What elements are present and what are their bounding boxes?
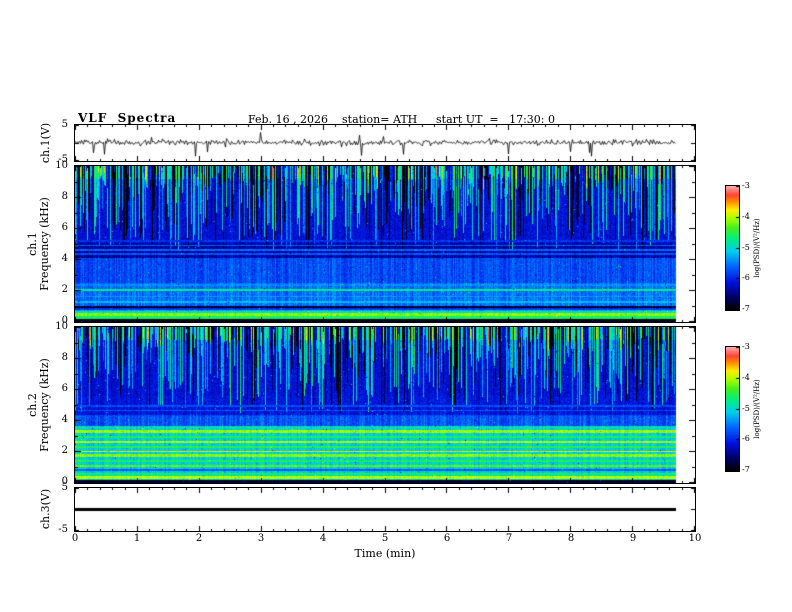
ch2-spectrogram-panel [74, 326, 696, 484]
tick-label: -3 [742, 343, 758, 351]
x-axis-title: Time (min) [335, 547, 435, 560]
ch3-waveform-panel [74, 487, 696, 532]
tick-label: 3 [251, 534, 271, 544]
tick-label: -7 [742, 305, 758, 313]
ch1-waveform-panel [74, 124, 696, 162]
tick-label: 4 [313, 534, 333, 544]
colorbar-ch2-label: log(PSD)/(V²/Hz) [753, 366, 761, 452]
tick-label: -3 [742, 182, 758, 190]
vlf-spectra-figure: VLF Spectra Feb. 16 , 2026 station= ATH … [0, 0, 792, 612]
tick-label: 2 [189, 534, 209, 544]
tick-label: 5 [375, 534, 395, 544]
colorbar-ch2 [725, 346, 740, 472]
ch2-frequency-axis-label: Frequency (kHz) [39, 327, 51, 483]
tick-label: 6 [437, 534, 457, 544]
ch1-voltage-ylabel: ch.1(V) [40, 113, 52, 173]
tick-label: 1 [127, 534, 147, 544]
ch1-frequency-axis-label: Frequency (kHz) [39, 166, 51, 322]
colorbar-ch1 [725, 185, 740, 311]
tick-label: 0 [65, 534, 85, 544]
page-title: VLF Spectra [78, 111, 176, 125]
colorbar-ch1-label: log(PSD)/(V²/Hz) [753, 205, 761, 291]
tick-label: 7 [499, 534, 519, 544]
tick-label: 10 [685, 534, 705, 544]
ch2-spectrogram-ylabel: ch.2 Frequency (kHz) [27, 327, 51, 483]
tick-label: -7 [742, 466, 758, 474]
ch1-spectrogram-ylabel: ch.1 Frequency (kHz) [27, 166, 51, 322]
tick-label: 8 [561, 534, 581, 544]
tick-label: 9 [623, 534, 643, 544]
ch1-spectrogram-panel [74, 165, 696, 323]
ch3-voltage-ylabel: ch.3(V) [40, 479, 52, 539]
